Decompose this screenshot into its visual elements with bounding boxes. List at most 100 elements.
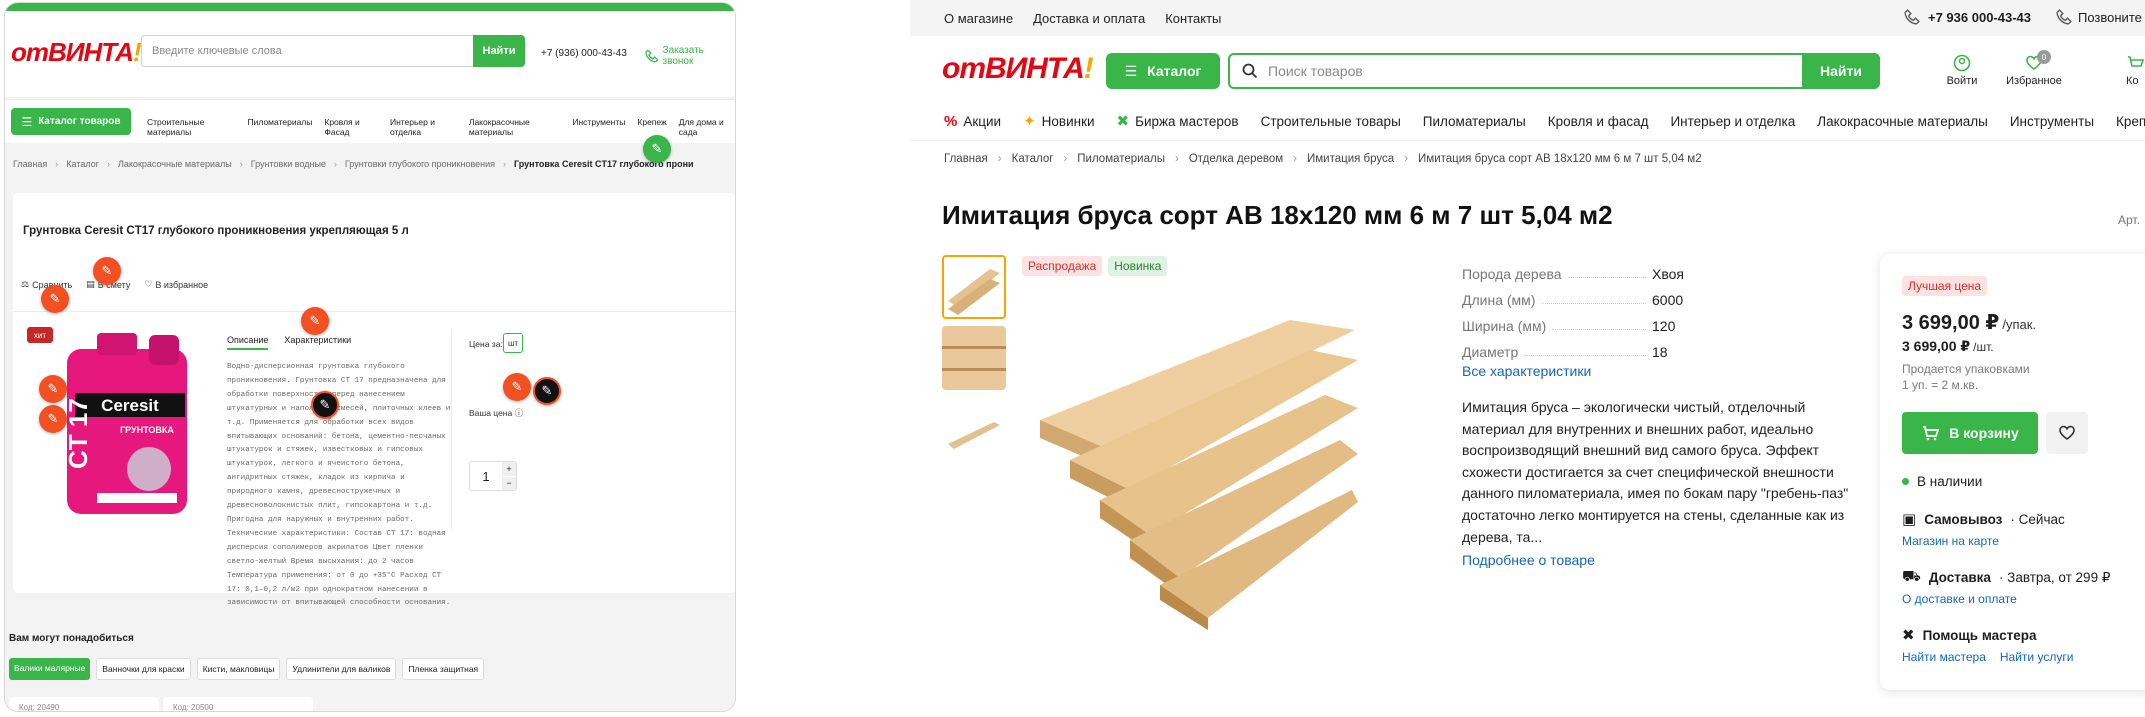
nav-item-2[interactable]: ✖ Биржа мастеров — [1117, 112, 1239, 130]
breadcrumb-item[interactable]: Лакокрасочные материалы — [118, 159, 232, 169]
nav-item-5[interactable]: Кровля и фасад — [1548, 114, 1649, 129]
tab-specs[interactable]: Характеристики — [284, 335, 351, 350]
delivery-info-link[interactable]: О доставке и оплате — [1902, 592, 2017, 606]
related-tab[interactable]: Ванночки для краски — [96, 658, 191, 680]
tab-description[interactable]: Описание — [227, 335, 269, 350]
chevron-right-icon: › — [1174, 153, 1179, 165]
pack-price-value: 3 699,00 ₽ — [1902, 312, 2000, 334]
phone[interactable]: +7 (936) 000-43-43 — [541, 48, 627, 59]
nav-item[interactable]: Лакокрасочные материалы — [469, 117, 561, 137]
pickup-label: Самовывоз — [1924, 511, 2003, 527]
search-input[interactable]: Поиск товаров — [1268, 63, 1802, 79]
breadcrumb-item[interactable]: Каталог — [1012, 153, 1054, 165]
top-link[interactable]: Доставка и оплата — [1033, 11, 1145, 26]
favorites-button[interactable]: 0 Избранное — [2004, 50, 2064, 87]
search-button[interactable]: Найти — [1802, 53, 1880, 89]
store-map-link[interactable]: Магазин на карте — [1902, 534, 1999, 548]
top-link[interactable]: О магазине — [944, 11, 1013, 26]
logo-main: ВИНТА — [985, 52, 1085, 85]
breadcrumb-item[interactable]: Каталог — [66, 159, 99, 169]
divider — [910, 140, 2145, 141]
find-master-link[interactable]: Найти мастера — [1902, 650, 1986, 664]
top-link[interactable]: Контакты — [1165, 11, 1221, 26]
stock-dot-icon — [1902, 478, 1909, 485]
nav-item-0[interactable]: % Акции — [944, 113, 1001, 130]
quantity-stepper[interactable]: 1 + − — [469, 461, 517, 491]
unit-select[interactable]: шт — [503, 333, 523, 353]
nav-item[interactable]: Инструменты — [572, 117, 625, 137]
price-for-label: Цена за: — [469, 339, 503, 349]
breadcrumb-item[interactable]: Грунтовки водные — [251, 159, 326, 169]
logo[interactable]: отВИНТА! — [11, 37, 142, 68]
nav-item[interactable]: Пиломатериалы — [248, 117, 313, 137]
search-button[interactable]: Найти — [473, 35, 525, 67]
spec-row: Длина (мм) 6000 — [1462, 282, 1762, 308]
cart-button[interactable]: Ко — [2126, 54, 2145, 87]
logo-main: ВИНТА — [48, 37, 134, 67]
login-button[interactable]: Войти — [1942, 54, 1982, 87]
catalog-button[interactable]: ☰ Каталог — [1106, 53, 1220, 89]
related-tab[interactable]: Валики малярные — [9, 658, 91, 680]
breadcrumb-item[interactable]: Главная — [13, 159, 47, 169]
related-tab[interactable]: Удлинители для валиков — [286, 658, 397, 680]
related-tab[interactable]: Кисти, макловицы — [196, 658, 281, 680]
pack-price-unit: /упак. — [2002, 317, 2037, 332]
breadcrumb-item[interactable]: Отделка деревом — [1189, 153, 1283, 165]
find-services-link[interactable]: Найти услуги — [2000, 650, 2074, 664]
plus-icon[interactable]: + — [502, 462, 516, 476]
cart-icon — [2128, 56, 2145, 67]
divider — [451, 329, 452, 529]
main-product-image[interactable] — [1040, 300, 1360, 630]
more-link[interactable]: Подробнее о товаре — [1462, 552, 1595, 568]
tag-badge: Новинка — [1108, 256, 1168, 276]
product-tile[interactable]: Код: 20490 — [9, 697, 159, 712]
product-tile[interactable]: Код: 20500 — [163, 697, 313, 711]
nav-item-4[interactable]: Пиломатериалы — [1423, 114, 1526, 129]
breadcrumb-item[interactable]: Главная — [944, 153, 988, 165]
nav-item-3[interactable]: Строительные товары — [1261, 114, 1401, 129]
nav-item[interactable]: Интерьер и отделка — [390, 117, 457, 137]
phone[interactable]: +7 936 000-43-43 — [1904, 9, 2031, 25]
cursor-chip-icon: ✎ — [301, 307, 329, 335]
nav-item-1[interactable]: ✦ Новинки — [1023, 112, 1094, 130]
search-input[interactable]: Введите ключевые слова — [141, 35, 477, 67]
nav-item[interactable]: Кровля и Фасад — [324, 117, 378, 137]
favorites-count: 0 — [2037, 50, 2051, 64]
logo-ex: ! — [132, 37, 142, 67]
thumbnail-2[interactable] — [942, 326, 1006, 390]
scales-icon: ⚖ — [21, 279, 30, 289]
item-price: 3 699,00 ₽ /шт. — [1902, 338, 1994, 355]
nav-item[interactable]: Для дома и сада — [679, 117, 735, 137]
spec-label: Диаметр — [1462, 344, 1519, 360]
thumbnail-1[interactable] — [942, 255, 1006, 319]
breadcrumb-item[interactable]: Грунтовки глубокого проникновения — [345, 159, 495, 169]
product-code: Код: 20490 — [19, 703, 60, 712]
related-tab[interactable]: Пленка защитная — [402, 658, 485, 680]
call-link[interactable]: Позвоните — [2056, 9, 2142, 25]
quantity-value[interactable]: 1 — [470, 462, 502, 490]
product-image[interactable]: Ceresit CT 17 ГРУНТОВКА — [57, 329, 197, 519]
cursor-icon: ✎ — [311, 391, 339, 419]
breadcrumb-item[interactable]: Пиломатериалы — [1077, 153, 1165, 165]
nav-item-6[interactable]: Интерьер и отделка — [1670, 114, 1795, 129]
nav-label: Пиломатериалы — [1422, 113, 1526, 129]
nav-item-8[interactable]: Инструменты — [2010, 114, 2094, 129]
catalog-button[interactable]: ☰ Каталог товаров — [11, 108, 131, 135]
add-to-cart-button[interactable]: В корзину — [1902, 412, 2038, 454]
all-specs-link[interactable]: Все характеристики — [1462, 363, 1591, 379]
spec-row: Диаметр 18 — [1462, 334, 1762, 360]
logo-text[interactable]: отВИНТА! — [942, 52, 1094, 86]
nav-item[interactable]: Строительные материалы — [147, 117, 236, 137]
thumbnail-3[interactable] — [942, 400, 1006, 464]
search-button-label: Найти — [1820, 63, 1862, 79]
breadcrumb-item[interactable]: Имитация бруса — [1307, 153, 1394, 165]
header: отВИНТА! Введите ключевые слова Найти +7… — [5, 11, 735, 97]
minus-icon[interactable]: − — [502, 475, 516, 490]
nav-item-7[interactable]: Лакокрасочные материалы — [1817, 114, 1988, 129]
nav-label: Кровля и фасад — [1547, 113, 1649, 129]
callback-link[interactable]: Заказать звонок — [645, 45, 735, 67]
favorite-button[interactable]: ♡ В избранное — [144, 279, 208, 290]
nav-item-9[interactable]: Крепеж — [2116, 114, 2145, 129]
favorite-button[interactable] — [2046, 412, 2088, 454]
nav-item[interactable]: Крепеж — [637, 117, 666, 137]
